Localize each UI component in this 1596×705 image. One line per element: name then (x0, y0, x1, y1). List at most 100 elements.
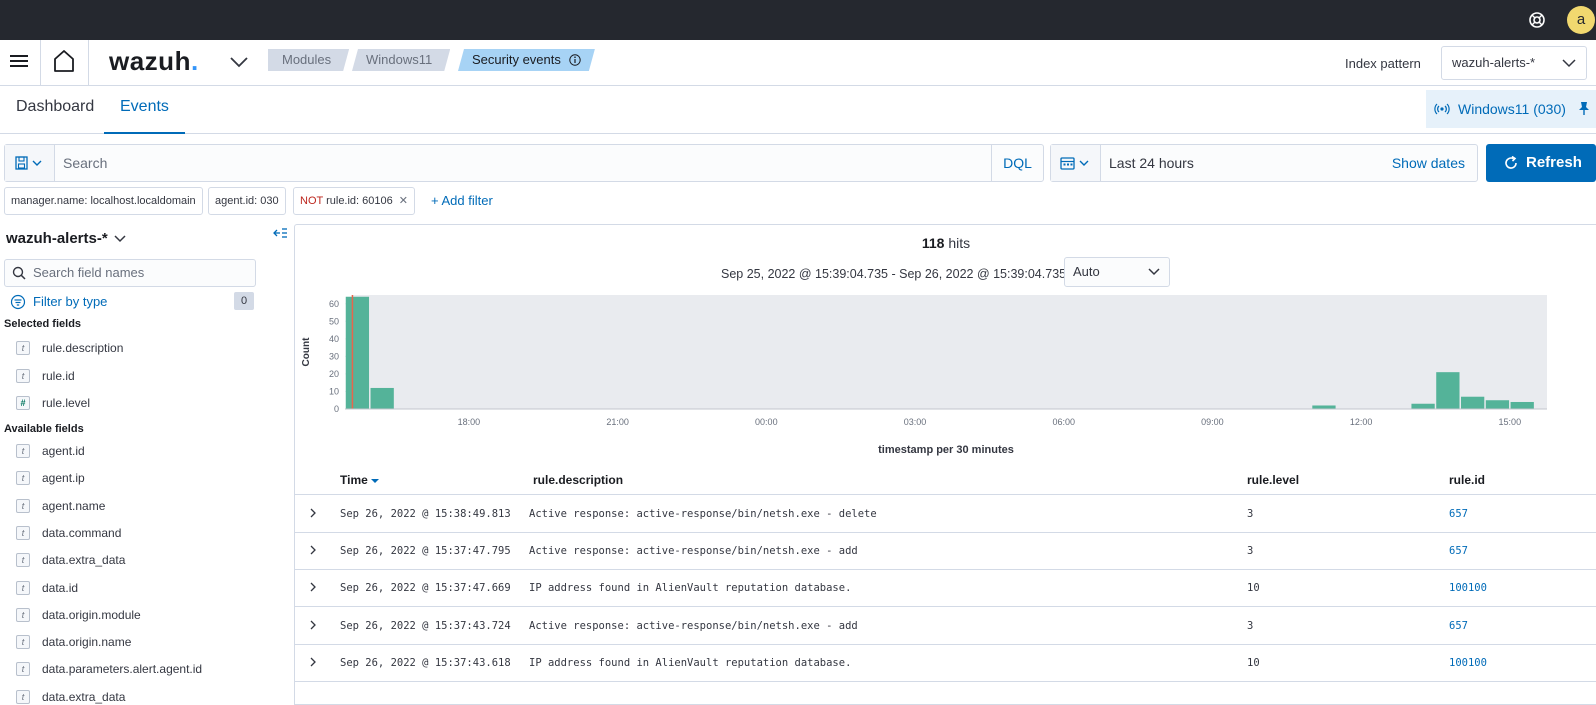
field-name: rule.id (42, 368, 75, 383)
field-item[interactable]: t rule.id (16, 368, 75, 384)
refresh-button[interactable]: Refresh (1486, 144, 1596, 182)
chevron-down-icon[interactable] (229, 54, 249, 70)
string-type-icon: t (16, 471, 30, 486)
tab-events[interactable]: Events (104, 86, 185, 134)
divider (88, 40, 89, 86)
field-search-placeholder: Search field names (33, 265, 145, 280)
column-header-rule-id[interactable]: rule.id (1449, 471, 1485, 489)
user-avatar[interactable]: a (1567, 6, 1595, 34)
cell-rule-id[interactable]: 657 (1449, 620, 1468, 632)
field-item[interactable]: # rule.level (16, 395, 90, 411)
index-pattern-label: Index pattern (1345, 56, 1421, 71)
string-type-icon: t (16, 341, 30, 355)
field-item[interactable]: t data.extra_data (16, 689, 125, 705)
field-name: data.id (42, 580, 79, 595)
table-row[interactable]: Sep 26, 2022 @ 15:37:47.669 IP address fo… (295, 570, 1596, 608)
show-dates-link[interactable]: Show dates (1392, 145, 1465, 181)
search-icon (12, 266, 26, 280)
column-header-level[interactable]: rule.level (1247, 471, 1299, 489)
column-header-time[interactable]: Time (340, 471, 380, 489)
save-icon (15, 156, 42, 170)
collapse-sidebar-icon[interactable] (272, 226, 288, 240)
interval-value: Auto (1073, 264, 1100, 279)
table-row[interactable]: Sep 26, 2022 @ 15:38:49.813 Active respon… (295, 496, 1596, 533)
saved-query-button[interactable] (5, 145, 55, 181)
field-item[interactable]: t data.origin.module (16, 607, 141, 623)
index-pattern-switcher[interactable]: wazuh-alerts-* (6, 230, 126, 247)
expand-row-icon[interactable] (309, 545, 317, 555)
sort-desc-icon[interactable] (371, 478, 380, 484)
events-table-header: Time rule.description rule.level rule.id (295, 471, 1596, 495)
field-item[interactable]: t data.id (16, 580, 78, 596)
filter-pill[interactable]: manager.name: localhost.localdomain (4, 187, 203, 215)
events-histogram[interactable]: 0 10 20 30 40 50 60 18:00 21:00 00:00 03:00 06:00 09… (295, 287, 1596, 467)
cell-description: Active response: active-response/bin/net… (529, 619, 858, 632)
expand-row-icon[interactable] (309, 657, 317, 667)
filter-text: rule.id: 60106 (326, 195, 393, 207)
field-item[interactable]: t data.extra_data (16, 552, 125, 568)
menu-icon[interactable] (10, 52, 28, 72)
close-icon[interactable]: ✕ (399, 195, 408, 207)
divider (40, 40, 41, 86)
filter-by-type-button[interactable]: Filter by type (10, 294, 107, 310)
table-row[interactable]: Sep 26, 2022 @ 15:37:47.795 Active respon… (295, 533, 1596, 571)
expand-row-icon[interactable] (309, 620, 317, 630)
cell-description: IP address found in AlienVault reputatio… (529, 582, 852, 595)
table-row[interactable]: Sep 26, 2022 @ 15:37:43.618 IP address fo… (295, 645, 1596, 682)
field-item[interactable]: t agent.name (16, 498, 105, 514)
field-item[interactable]: t rule.description (16, 340, 123, 356)
info-icon[interactable] (569, 54, 581, 66)
string-type-icon: t (16, 498, 30, 513)
filter-icon (10, 294, 26, 310)
logo-dot: . (190, 46, 199, 76)
field-name: agent.name (42, 498, 106, 513)
pin-icon[interactable] (1578, 101, 1590, 115)
search-input[interactable] (63, 153, 963, 173)
table-row[interactable]: Sep 26, 2022 @ 15:37:43.724 Active respon… (295, 608, 1596, 645)
cell-rule-id[interactable]: 100100 (1449, 657, 1487, 669)
home-icon[interactable] (52, 48, 76, 74)
query-language-button[interactable]: DQL (991, 145, 1043, 181)
filter-count-badge: 0 (234, 292, 254, 310)
field-item[interactable]: t agent.ip (16, 470, 85, 486)
filter-pill-negated[interactable]: NOT rule.id: 60106 ✕ (293, 187, 415, 215)
cell-rule-id[interactable]: 100100 (1449, 582, 1487, 594)
string-type-icon: t (16, 607, 30, 622)
field-search-input[interactable]: Search field names (4, 259, 256, 287)
breadcrumb-modules[interactable]: Modules (268, 49, 349, 71)
field-item[interactable]: t data.command (16, 525, 121, 541)
pinned-agent[interactable]: Windows11 (030) (1426, 90, 1596, 128)
interval-select[interactable]: Auto (1064, 257, 1170, 287)
expand-row-icon[interactable] (309, 508, 317, 518)
histogram-bar (1436, 372, 1460, 409)
y-tick-label: 20 (329, 369, 339, 379)
query-bar: DQL (4, 144, 1044, 182)
field-item[interactable]: t data.parameters.alert.agent.id (16, 661, 202, 677)
field-sidebar: wazuh-alerts-* Search field names Filter… (0, 222, 288, 705)
column-header-description[interactable]: rule.description (533, 471, 623, 489)
add-filter-button[interactable]: + Add filter (431, 193, 493, 208)
cell-time: Sep 26, 2022 @ 15:37:43.724 (340, 619, 511, 632)
field-name: data.extra_data (42, 553, 126, 568)
cell-description: IP address found in AlienVault reputatio… (529, 656, 852, 669)
x-axis-title: timestamp per 30 minutes (878, 444, 1014, 456)
index-pattern-select[interactable]: wazuh-alerts-* (1441, 46, 1587, 80)
breadcrumb-agent[interactable]: Windows11 (352, 49, 450, 71)
field-item[interactable]: t agent.id (16, 443, 85, 459)
histogram-bar (370, 387, 394, 409)
app-header: wazuh. Modules Windows11 Security events… (0, 40, 1596, 86)
quick-select-button[interactable] (1051, 145, 1101, 181)
field-item[interactable]: t data.origin.name (16, 634, 131, 650)
date-range-value[interactable]: Last 24 hours (1109, 145, 1194, 181)
wazuh-logo[interactable]: wazuh. (109, 46, 199, 77)
x-tick-label: 18:00 (458, 417, 481, 427)
tab-dashboard[interactable]: Dashboard (0, 86, 110, 134)
histogram-bar (1510, 401, 1534, 409)
y-tick-label: 50 (329, 316, 339, 326)
future-shading (352, 295, 1547, 409)
help-icon[interactable] (1527, 10, 1547, 30)
cell-rule-id[interactable]: 657 (1449, 508, 1468, 520)
expand-row-icon[interactable] (309, 582, 317, 592)
filter-pill[interactable]: agent.id: 030 (208, 187, 286, 215)
cell-rule-id[interactable]: 657 (1449, 545, 1468, 557)
